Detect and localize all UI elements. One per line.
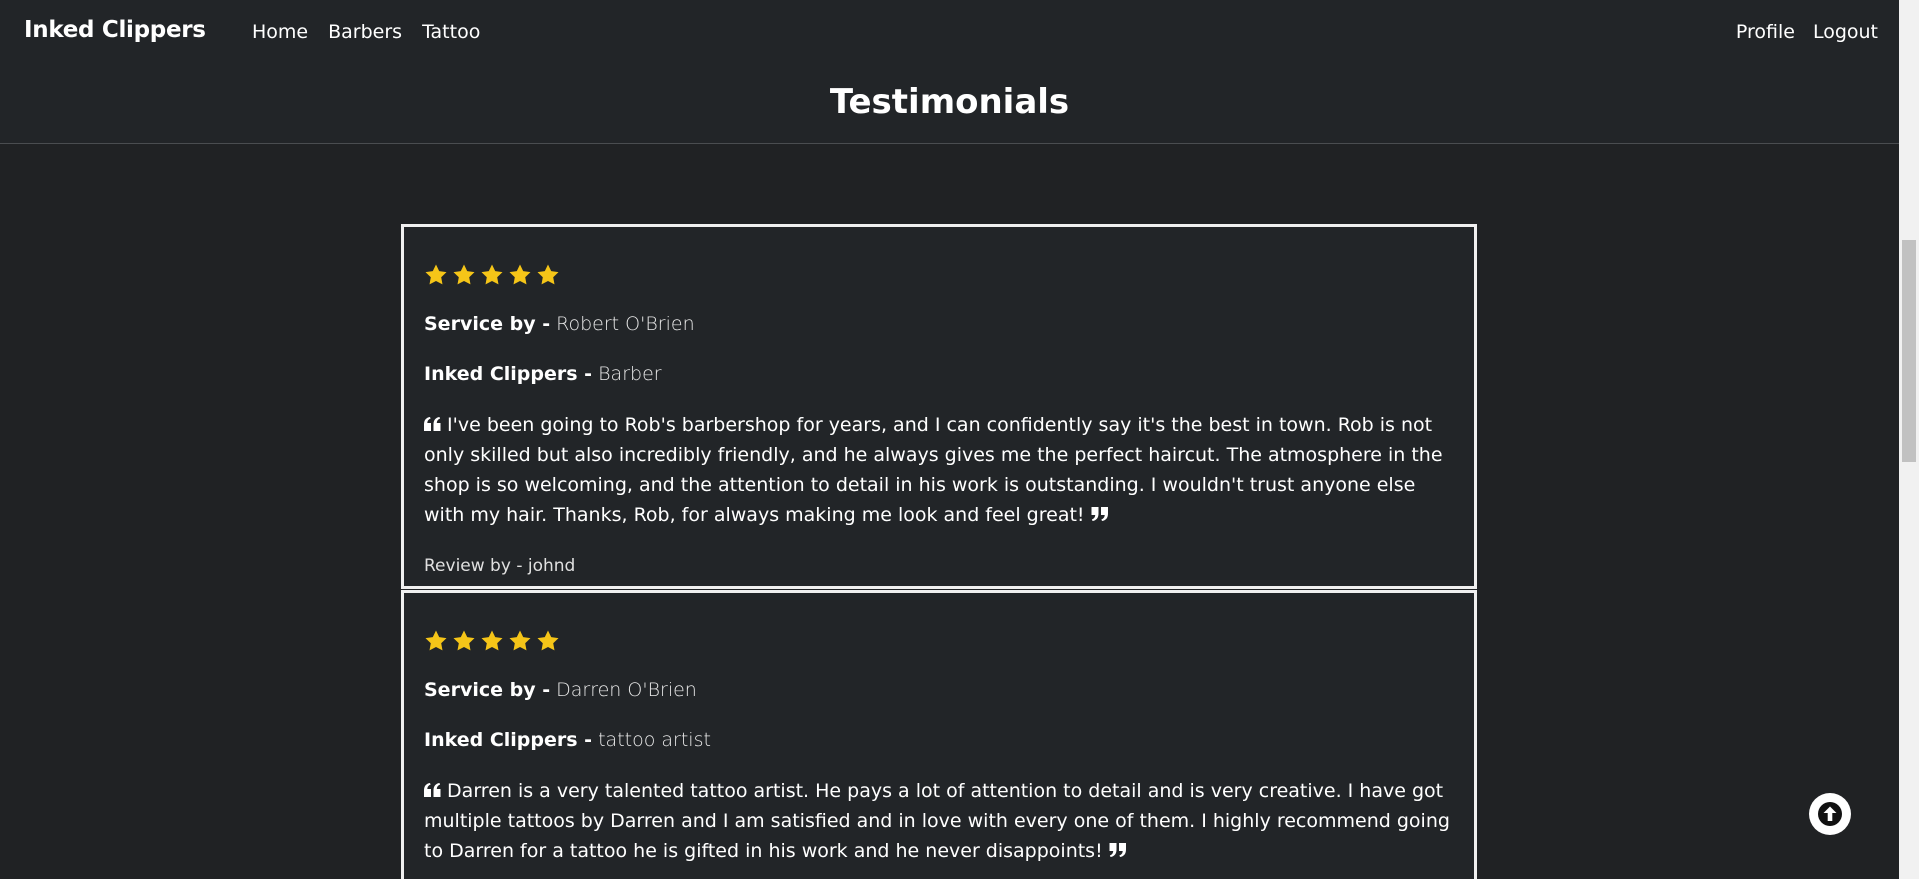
shop-label: Inked Clippers - [424,363,593,385]
star-icon [537,630,559,651]
navbar: Inked Clippers Home Barbers Tattoo Profi… [0,0,1899,68]
shop-role-line: Inked Clippers - Barber [424,363,662,385]
quote-right-icon [1091,507,1108,521]
quote-text: I've been going to Rob's barbershop for … [424,414,1443,526]
arrow-up-circle-icon [1818,802,1842,826]
page: Inked Clippers Home Barbers Tattoo Profi… [0,0,1899,879]
brand-logo[interactable]: Inked Clippers [24,17,206,43]
service-by-name: Robert O'Brien [556,313,695,335]
nav-home-link[interactable]: Home [252,21,308,43]
shop-role-line: Inked Clippers - tattoo artist [424,729,711,751]
service-by-line: Service by - Robert O'Brien [424,313,695,335]
role-name: tattoo artist [598,729,711,751]
star-rating [424,629,560,653]
star-icon [453,264,475,285]
quote-left-icon [424,417,441,431]
scrollbar-thumb[interactable] [1902,240,1916,462]
star-icon [481,630,503,651]
service-by-name: Darren O'Brien [556,679,697,701]
quote-text: Darren is a very talented tattoo artist.… [424,780,1450,862]
service-by-label: Service by - [424,313,551,335]
star-icon [509,264,531,285]
star-icon [509,630,531,651]
quote-left-icon [424,783,441,797]
testimonial-card: Service by - Robert O'Brien Inked Clippe… [401,224,1477,589]
scrollbar[interactable] [1899,0,1919,879]
quote-right-icon [1109,843,1126,857]
testimonial-quote: Darren is a very talented tattoo artist.… [424,776,1460,866]
role-name: Barber [598,363,662,385]
page-title: Testimonials [829,82,1070,122]
nav-left: Home Barbers Tattoo [252,21,480,43]
title-band: Testimonials [0,68,1899,144]
nav-logout-link[interactable]: Logout [1813,21,1878,43]
nav-profile-link[interactable]: Profile [1736,21,1795,43]
star-icon [453,630,475,651]
nav-barbers-link[interactable]: Barbers [328,21,402,43]
back-to-top-button[interactable] [1809,793,1851,835]
star-icon [425,264,447,285]
testimonial-quote: I've been going to Rob's barbershop for … [424,410,1460,530]
service-by-label: Service by - [424,679,551,701]
nav-right: Profile Logout [1736,21,1878,43]
star-icon [425,630,447,651]
shop-label: Inked Clippers - [424,729,593,751]
star-icon [481,264,503,285]
star-icon [537,264,559,285]
testimonial-card: Service by - Darren O'Brien Inked Clippe… [401,590,1477,879]
nav-tattoo-link[interactable]: Tattoo [422,21,480,43]
review-by: Review by - johnd [424,556,576,576]
star-rating [424,263,560,287]
service-by-line: Service by - Darren O'Brien [424,679,697,701]
